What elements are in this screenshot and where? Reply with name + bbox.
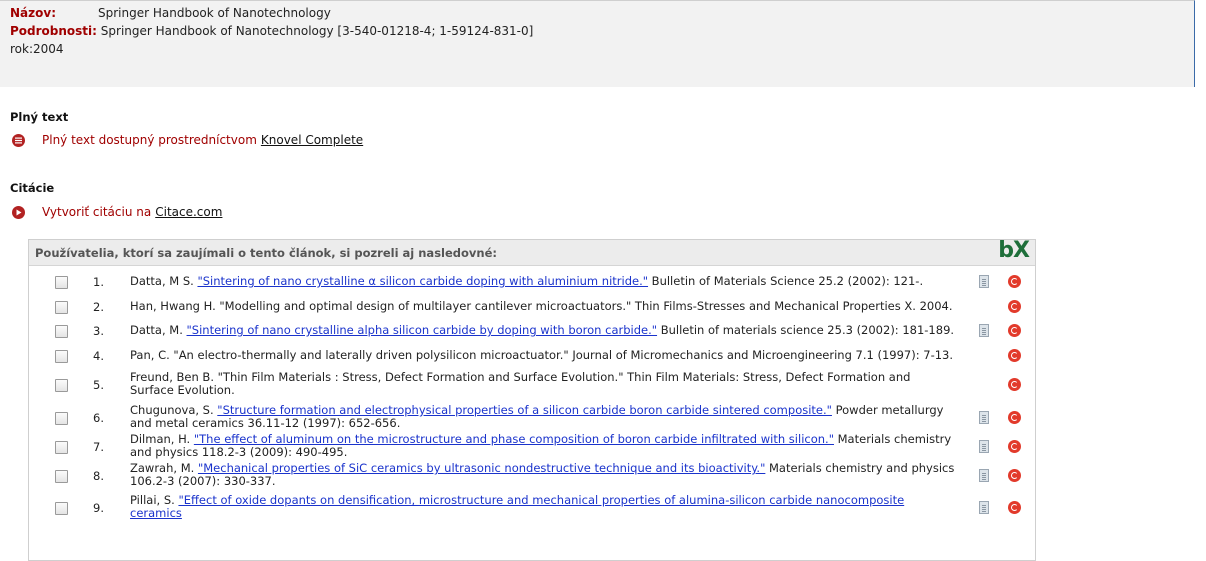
item-number: 6. [93,411,104,425]
item-number: 9. [93,501,104,515]
item-citation: Pillai, S. "Effect of oxide dopants on d… [130,494,956,520]
citation-source: Bulletin of materials science 25.3 (2002… [657,323,955,337]
item-checkbox[interactable] [55,441,68,454]
citation-text: Datta, M S. [130,274,198,288]
item-checkbox[interactable] [55,276,68,289]
citation-text: Datta, M. [130,323,187,337]
fulltext-heading: Plný text [10,110,69,124]
sfx-link-icon[interactable] [1008,275,1021,288]
list-circle-icon [12,133,25,147]
item-citation: Zawrah, M. "Mechanical properties of SiC… [130,462,956,488]
citations-row: Vytvoriť citáciu na Citace.com [12,205,222,219]
title-label: Názov: [10,6,56,20]
citation-text: Zawrah, M. [130,461,198,475]
item-number: 1. [93,275,104,289]
citation-title-link[interactable]: "Effect of oxide dopants on densificatio… [130,493,904,520]
document-icon[interactable] [979,469,989,482]
fulltext-row: Plný text dostupný prostredníctvom Knove… [12,133,363,147]
item-citation: Pan, C. "An electro-thermally and latera… [130,349,956,362]
citation-text: Chugunova, S. [130,403,218,417]
citations-text: Vytvoriť citáciu na [42,205,152,219]
year-row: rok:2004 [10,42,64,56]
document-icon[interactable] [979,501,989,514]
item-number: 7. [93,440,104,454]
document-icon[interactable] [979,275,989,288]
document-icon[interactable] [979,324,989,337]
item-checkbox[interactable] [55,350,68,363]
citace-link[interactable]: Citace.com [155,205,222,219]
citation-text: Freund, Ben B. "Thin Film Materials : St… [130,370,911,397]
year-value: rok:2004 [10,42,64,56]
item-citation: Freund, Ben B. "Thin Film Materials : St… [130,371,956,397]
recommendations-header: Používatelia, ktorí sa zaujímali o tento… [29,238,1035,266]
item-checkbox[interactable] [55,412,68,425]
sfx-link-icon[interactable] [1008,324,1021,337]
citation-title-link[interactable]: "Sintering of nano crystalline α silicon… [197,274,648,288]
item-number: 2. [93,300,104,314]
item-citation: Datta, M S. "Sintering of nano crystalli… [130,275,956,288]
item-checkbox[interactable] [55,325,68,338]
citation-title-link[interactable]: "Structure formation and electrophysical… [217,403,832,417]
play-circle-icon [12,205,25,219]
recommendations-panel: Používatelia, ktorí sa zaujímali o tento… [28,238,1036,561]
item-checkbox[interactable] [55,502,68,515]
item-number: 4. [93,349,104,363]
item-number: 8. [93,469,104,483]
title-row: Názov: Springer Handbook of Nanotechnolog… [10,6,331,20]
citation-text: Dilman, H. [130,432,194,446]
sfx-link-icon[interactable] [1008,501,1021,514]
item-citation: Han, Hwang H. "Modelling and optimal des… [130,300,956,313]
item-citation: Dilman, H. "The effect of aluminum on th… [130,433,956,459]
item-citation: Chugunova, S. "Structure formation and e… [130,404,956,430]
fulltext-text: Plný text dostupný prostredníctvom [42,133,257,147]
sfx-link-icon[interactable] [1008,378,1021,391]
citation-text: Pan, C. "An electro-thermally and latera… [130,348,954,362]
citation-title-link[interactable]: "Mechanical properties of SiC ceramics b… [198,461,765,475]
details-label: Podrobnosti: [10,24,97,38]
item-number: 5. [93,378,104,392]
recommendations-heading: Používatelia, ktorí sa zaujímali o tento… [35,246,497,260]
document-icon[interactable] [979,440,989,453]
title-value: Springer Handbook of Nanotechnology [98,6,331,20]
knovel-complete-link[interactable]: Knovel Complete [261,133,363,147]
item-number: 3. [93,324,104,338]
citation-text: Pillai, S. [130,493,179,507]
sfx-link-icon[interactable] [1008,300,1021,313]
details-row: Podrobnosti: Springer Handbook of Nanote… [10,24,533,38]
citations-heading: Citácie [10,181,55,195]
sfx-link-icon[interactable] [1008,411,1021,424]
citation-source: Bulletin of Materials Science 25.2 (2002… [648,274,924,288]
citation-text: Han, Hwang H. "Modelling and optimal des… [130,299,953,313]
bx-logo: bX [998,238,1030,263]
details-value: Springer Handbook of Nanotechnology [3-5… [100,24,534,38]
item-checkbox[interactable] [55,301,68,314]
citation-title-link[interactable]: "Sintering of nano crystalline alpha sil… [187,323,658,337]
document-icon[interactable] [979,411,989,424]
sfx-link-icon[interactable] [1008,469,1021,482]
item-citation: Datta, M. "Sintering of nano crystalline… [130,324,956,337]
sfx-link-icon[interactable] [1008,349,1021,362]
citation-title-link[interactable]: "The effect of aluminum on the microstru… [194,432,834,446]
item-checkbox[interactable] [55,379,68,392]
sfx-link-icon[interactable] [1008,440,1021,453]
item-checkbox[interactable] [55,470,68,483]
record-header: Názov: Springer Handbook of Nanotechnolog… [0,0,1195,87]
